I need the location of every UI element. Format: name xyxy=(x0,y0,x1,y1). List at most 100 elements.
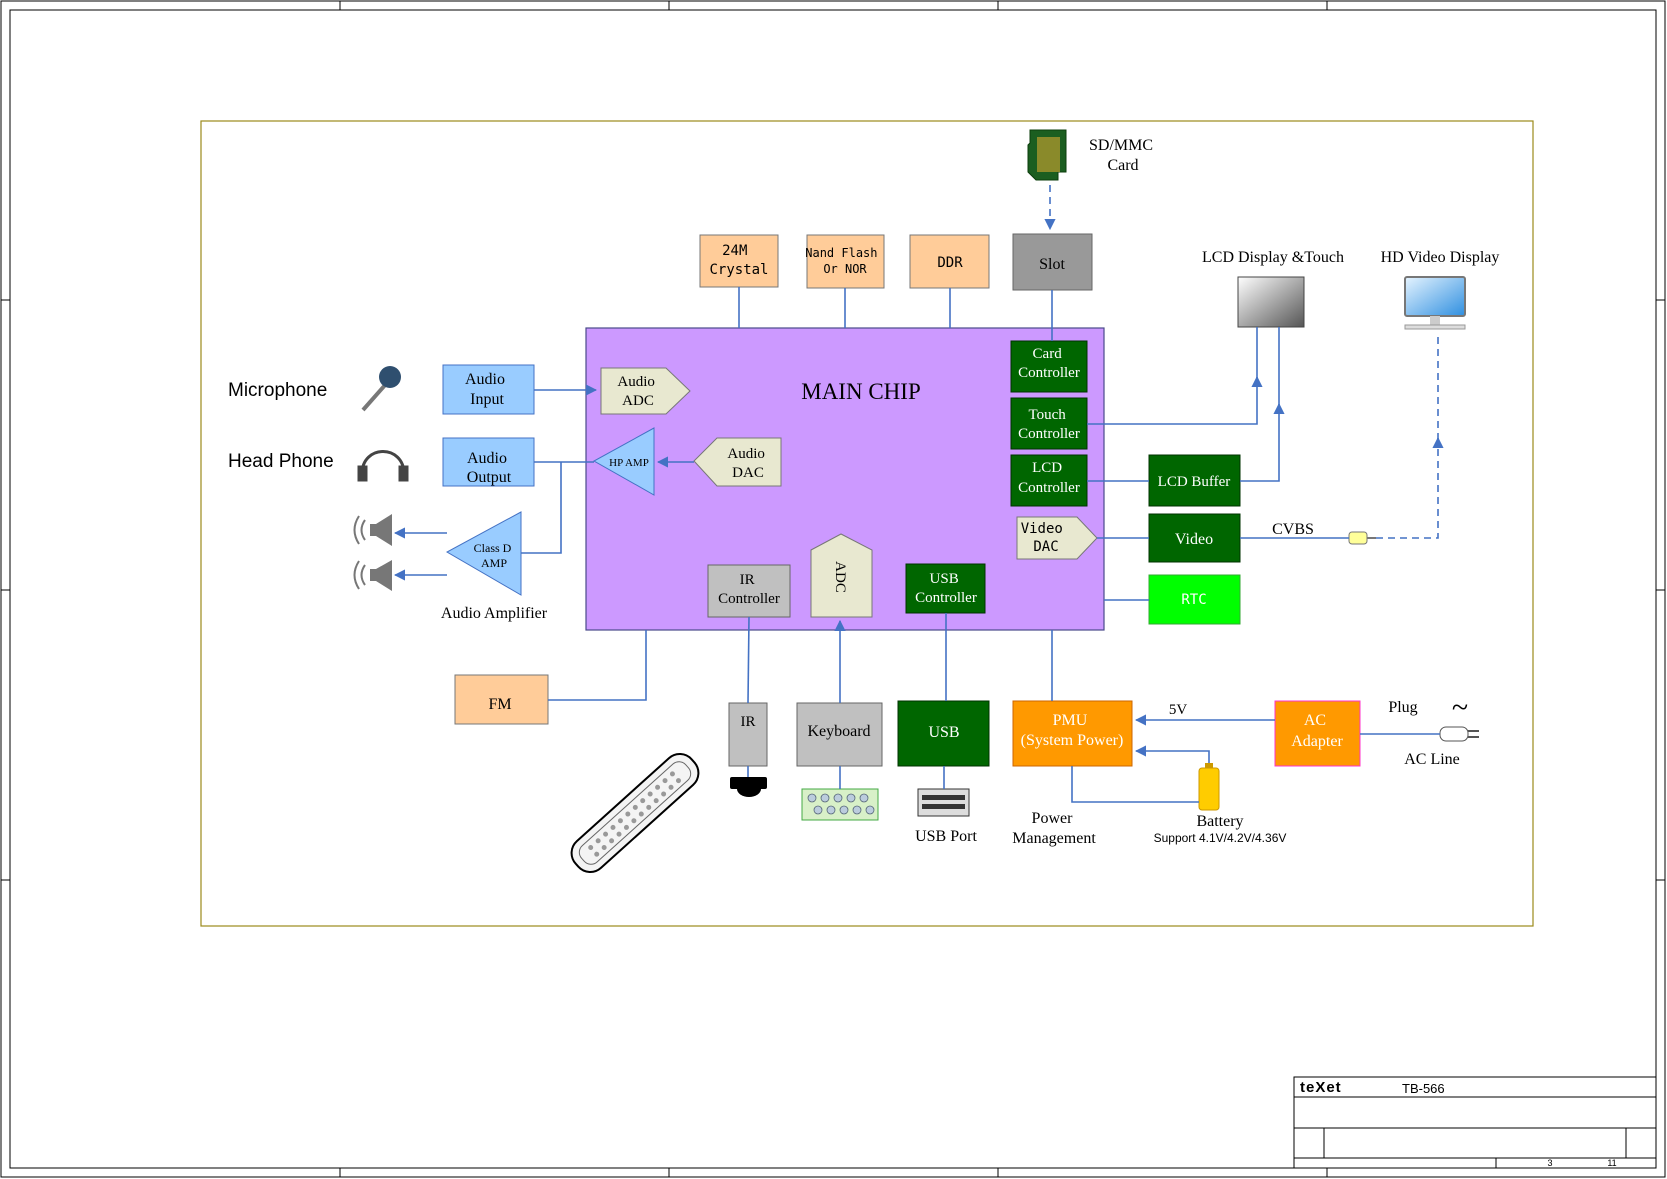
ddr-block: DDR xyxy=(909,234,990,289)
remote-control-icon xyxy=(570,753,700,873)
nand-line2: Or NOR xyxy=(823,262,867,276)
lcd-buffer-block: LCD Buffer xyxy=(1148,454,1241,507)
class-d-line1: Class D xyxy=(474,541,512,555)
audio-dac-line2: DAC xyxy=(732,465,764,481)
adc-block: ADC xyxy=(810,533,873,618)
block-diagram: MAIN CHIP Card Controller Touch Controll… xyxy=(0,0,1666,1178)
title-block-model: TB-566 xyxy=(1402,1081,1445,1096)
title-block-sheet: 3 xyxy=(1547,1158,1552,1168)
fm-label: FM xyxy=(488,696,511,713)
audio-amplifier-label: Audio Amplifier xyxy=(441,605,548,622)
cvbs-connector-icon xyxy=(1348,531,1376,545)
headphone-label: Head Phone xyxy=(228,451,334,472)
svg-text:Power Management: Power Management xyxy=(1012,810,1096,847)
ir-controller-line1: IR xyxy=(740,572,755,588)
lcd-display-label: LCD Display &Touch xyxy=(1202,249,1344,266)
audio-adc-line2: ADC xyxy=(622,393,654,409)
class-d-line2: AMP xyxy=(481,556,507,570)
audio-output-line2: Output xyxy=(467,469,512,486)
touch-controller-line2: Controller xyxy=(1018,426,1080,442)
card-controller-line1: Card xyxy=(1033,346,1063,362)
battery-label: Battery xyxy=(1196,813,1243,830)
battery-support-label: Support 4.1V/4.2V/4.36V xyxy=(1154,831,1287,845)
touch-controller-line1: Touch xyxy=(1028,407,1066,423)
nand-line1: Nand Flash xyxy=(805,246,877,260)
ac-plug-icon xyxy=(1439,726,1479,742)
lcd-display-icon xyxy=(1237,276,1305,328)
card-controller-line2: Controller xyxy=(1018,365,1080,381)
speaker-icon-top xyxy=(353,514,392,546)
audio-input-line2: Input xyxy=(470,391,504,408)
slot-block: Slot xyxy=(1012,233,1093,291)
microphone-icon xyxy=(361,366,401,412)
card-controller: Card Controller xyxy=(1010,340,1088,393)
main-chip-title: MAIN CHIP xyxy=(801,379,920,404)
pmu-line1: PMU xyxy=(1053,712,1088,729)
ir-block: IR xyxy=(728,702,768,767)
sd-card-label-1: SD/MMC xyxy=(1089,137,1153,154)
ac-adapter-line2: Adapter xyxy=(1291,733,1343,750)
title-block-brand: teXet xyxy=(1300,1079,1342,1096)
video-block: Video xyxy=(1148,513,1241,563)
lcd-buffer-label: LCD Buffer xyxy=(1158,474,1231,490)
ir-label: IR xyxy=(741,714,756,730)
audio-input-block: Audio Input xyxy=(442,364,535,415)
adc-label: ADC xyxy=(832,561,848,593)
keyboard-block: Keyboard xyxy=(796,702,883,767)
hd-display-label: HD Video Display xyxy=(1381,249,1500,266)
sd-card-label-2: Card xyxy=(1107,157,1138,174)
sd-card-icon xyxy=(1027,129,1067,181)
audio-adc-line1: Audio xyxy=(617,374,655,390)
usb-label: USB xyxy=(928,724,959,741)
ddr-label: DDR xyxy=(937,255,963,271)
title-block-of-sheets: 11 xyxy=(1607,1158,1616,1168)
svg-text:SD/MMC Card: SD/MMC Card xyxy=(1089,137,1157,174)
crystal-line2: Crystal xyxy=(709,262,768,278)
audio-output-line1: Audio xyxy=(467,450,507,467)
class-d-amp: Class D AMP xyxy=(445,511,522,596)
hp-amp-label: HP AMP xyxy=(609,457,649,469)
title-block xyxy=(1293,1076,1657,1169)
usb-block: USB xyxy=(897,700,990,767)
power-mgmt-line2: Management xyxy=(1012,830,1096,847)
power-mgmt-line1: Power xyxy=(1032,810,1074,827)
five-v-label: 5V xyxy=(1169,702,1188,718)
usb-port-label: USB Port xyxy=(915,828,977,845)
ir-controller: IR Controller xyxy=(707,564,791,618)
crystal-block: 24M Crystal xyxy=(699,234,779,288)
battery-icon xyxy=(1198,763,1220,811)
lcd-controller-line1: LCD xyxy=(1032,460,1062,476)
fm-block: FM xyxy=(454,674,549,725)
rtc-block: RTC xyxy=(1148,574,1241,625)
audio-output-block: Audio Output xyxy=(442,437,535,487)
lcd-controller: LCD Controller xyxy=(1010,454,1088,507)
hd-display-icon xyxy=(1404,276,1466,330)
pmu-line2: (System Power) xyxy=(1021,732,1124,749)
video-dac-line1: Video xyxy=(1021,521,1063,537)
touch-controller: Touch Controller xyxy=(1010,397,1088,450)
rtc-label: RTC xyxy=(1181,592,1206,608)
plug-label: Plug xyxy=(1388,699,1417,716)
keyboard-label: Keyboard xyxy=(807,723,870,740)
ac-adapter-line1: AC xyxy=(1304,712,1326,729)
nand-flash-block: Nand Flash Or NOR xyxy=(805,234,885,289)
usb-controller-line1: USB xyxy=(930,571,959,587)
ac-tilde-label: ~ xyxy=(1452,691,1468,724)
video-dac-line2: DAC xyxy=(1033,539,1058,555)
cvbs-label: CVBS xyxy=(1272,521,1314,538)
usb-controller-line2: Controller xyxy=(915,590,977,606)
speaker-icon-bottom xyxy=(353,560,392,591)
usb-controller: USB Controller xyxy=(905,563,986,614)
audio-input-line1: Audio xyxy=(465,371,505,388)
ir-controller-line2: Controller xyxy=(718,591,780,607)
ac-adapter-block: AC Adapter xyxy=(1274,700,1361,767)
audio-dac-line1: Audio xyxy=(727,446,765,462)
ac-line-label: AC Line xyxy=(1404,751,1460,768)
crystal-line1: 24M xyxy=(722,243,747,259)
lcd-controller-line2: Controller xyxy=(1018,480,1080,496)
slot-label: Slot xyxy=(1039,256,1065,273)
usb-port-icon xyxy=(917,788,970,817)
ir-receiver-icon xyxy=(730,777,767,797)
microphone-label: Microphone xyxy=(228,380,327,401)
pmu-block: PMU (System Power) xyxy=(1012,700,1133,767)
